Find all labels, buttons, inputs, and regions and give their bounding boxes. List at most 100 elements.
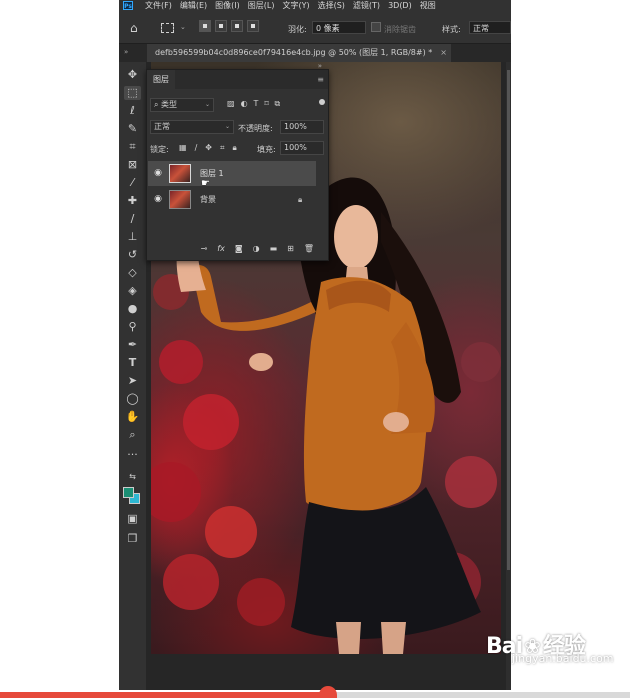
ellipse-icon[interactable]: ◯ <box>124 392 141 406</box>
pen-icon[interactable]: ✒ <box>124 338 141 352</box>
new-selection-button[interactable] <box>199 20 211 32</box>
vertical-scrollbar[interactable] <box>506 62 511 690</box>
tab-layers[interactable]: 图层 <box>147 70 175 89</box>
blur-icon[interactable]: ● <box>124 302 141 316</box>
layer-row[interactable]: ◉ ☛ 图层 1 <box>148 161 316 189</box>
pixel-filter-icon[interactable]: ▨ <box>227 99 235 109</box>
chevron-down-icon[interactable]: ⌄ <box>180 23 186 31</box>
document-tab-title: defb596599b04c0d896ce0f79416e4cb.jpg @ 5… <box>155 48 433 57</box>
layers-panel: 图层 » ≡ ⌕ 类型 ⌄ ▨ ◐ T ⌑ ⧉ 正常 ⌄ 不透明度: 100% … <box>146 62 329 261</box>
feather-label: 羽化: <box>288 25 307 34</box>
menu-layer[interactable]: 图层(L) <box>248 0 275 11</box>
add-selection-button[interactable] <box>215 20 227 32</box>
dodge-icon[interactable]: ⚲ <box>124 320 141 334</box>
fill-input[interactable]: 100% <box>280 141 324 155</box>
zoom-icon[interactable]: ⌕ <box>124 428 141 442</box>
layers-panel-header: 图层 » ≡ <box>147 62 328 89</box>
add-mask-icon[interactable]: ◙ <box>235 244 243 253</box>
type-icon[interactable]: T <box>124 356 141 370</box>
search-icon: ⌕ <box>154 100 162 109</box>
lock-label: 锁定: <box>150 145 169 154</box>
move-icon[interactable]: ✥ <box>124 68 141 82</box>
swap-colors-icon[interactable]: ⇆ <box>124 470 141 484</box>
lock-pixels-icon[interactable]: ∕ <box>195 143 198 153</box>
layers-panel-footer: ⊸ fx ◙ ◑ ▬ ⊞ 🗑︎ <box>147 236 328 260</box>
layer-name[interactable]: 图层 1 <box>200 161 224 186</box>
opacity-input[interactable]: 100% <box>280 120 324 134</box>
menu-image[interactable]: 图像(I) <box>215 0 240 11</box>
path-select-icon[interactable]: ➤ <box>124 374 141 388</box>
new-layer-icon[interactable]: ⊞ <box>287 244 294 253</box>
lasso-icon[interactable]: ℓ <box>124 104 141 118</box>
eye-icon[interactable]: ◉ <box>153 187 163 212</box>
lock-all-icon[interactable]: 🔒︎ <box>232 143 236 153</box>
home-icon[interactable]: ⌂ <box>130 22 144 34</box>
quick-mask-icon[interactable]: ▣ <box>124 512 141 526</box>
menu-select[interactable]: 选择(S) <box>318 0 345 11</box>
lock-transparency-icon[interactable]: ▦ <box>179 143 187 153</box>
eye-icon[interactable]: ◉ <box>153 161 163 186</box>
panel-menu-icon[interactable]: ≡ <box>317 75 324 84</box>
smart-object-filter-icon[interactable]: ⧉ <box>275 99 281 109</box>
fx-icon[interactable]: fx <box>217 244 225 253</box>
more-icon[interactable]: ··· <box>124 448 141 462</box>
marquee-icon[interactable]: ⬚ <box>124 86 141 100</box>
hand-icon[interactable]: ✋ <box>124 410 141 424</box>
layer-thumbnail <box>169 190 191 209</box>
feather-input[interactable]: 0 像素 <box>312 21 366 34</box>
lock-artboard-icon[interactable]: ⌗ <box>220 143 225 153</box>
panel-collapse-icon[interactable]: » <box>318 62 322 70</box>
brush-icon[interactable]: ∕ <box>124 212 141 226</box>
layer-filter-select[interactable]: ⌕ 类型 ⌄ <box>150 98 214 112</box>
chevron-down-icon: ⌄ <box>204 101 210 108</box>
adjustment-filter-icon[interactable]: ◐ <box>241 99 248 109</box>
foreground-color-swatch[interactable] <box>123 487 134 498</box>
marquee-preset-icon[interactable] <box>161 23 174 33</box>
quick-select-icon[interactable]: ✎ <box>124 122 141 136</box>
intersect-selection-button[interactable] <box>247 20 259 32</box>
eyedropper-icon[interactable]: ⁄ <box>124 176 141 190</box>
opacity-label: 不透明度: <box>238 124 273 133</box>
screen-mode-icon[interactable]: ❐ <box>124 532 141 546</box>
menu-view[interactable]: 视图 <box>420 0 436 11</box>
blend-mode-select[interactable]: 正常 ⌄ <box>150 120 234 134</box>
style-label: 样式: <box>442 25 461 34</box>
blend-mode-value: 正常 <box>154 122 170 131</box>
lock-icon: 🔒︎ <box>298 195 303 204</box>
filter-toggle-icon[interactable] <box>319 99 325 105</box>
shape-filter-icon[interactable]: ⌑ <box>264 99 268 109</box>
lock-position-icon[interactable]: ✥ <box>205 143 212 153</box>
document-tab-bar: » defb596599b04c0d896ce0f79416e4cb.jpg @… <box>119 44 511 62</box>
new-group-icon[interactable]: ▬ <box>270 244 278 253</box>
layer-row[interactable]: ◉ 背景 🔒︎ <box>148 187 316 212</box>
close-icon[interactable]: × <box>440 44 447 62</box>
crop-icon[interactable]: ⌗ <box>124 140 141 154</box>
type-filter-icon[interactable]: T <box>254 99 259 109</box>
menu-file[interactable]: 文件(F) <box>145 0 172 11</box>
delete-layer-icon[interactable]: 🗑︎ <box>304 244 314 253</box>
document-tab[interactable]: defb596599b04c0d896ce0f79416e4cb.jpg @ 5… <box>147 44 451 62</box>
selection-modes <box>199 20 259 32</box>
style-select[interactable]: 正常 <box>469 21 511 34</box>
menu-edit[interactable]: 编辑(E) <box>180 0 207 11</box>
menu-3d[interactable]: 3D(D) <box>388 1 412 10</box>
link-layers-icon[interactable]: ⊸ <box>201 244 208 253</box>
bucket-icon[interactable]: ◈ <box>124 284 141 298</box>
history-brush-icon[interactable]: ↺ <box>124 248 141 262</box>
menu-type[interactable]: 文字(Y) <box>282 0 309 11</box>
antialias-label: 消除锯齿 <box>384 25 416 34</box>
healing-icon[interactable]: ✚ <box>124 194 141 208</box>
watermark-site: jingyan.baidu.com <box>512 652 614 665</box>
antialias-checkbox[interactable] <box>371 22 381 32</box>
stamp-icon[interactable]: ⊥ <box>124 230 141 244</box>
collapse-arrows-icon[interactable]: » <box>124 48 128 56</box>
video-progress-knob[interactable] <box>319 686 337 698</box>
next-image-icon[interactable]: › <box>584 334 604 364</box>
adjustment-layer-icon[interactable]: ◑ <box>253 244 260 253</box>
frame-icon[interactable]: ⊠ <box>124 158 141 172</box>
scrollbar-thumb[interactable] <box>507 70 510 570</box>
menu-filter[interactable]: 滤镜(T) <box>353 0 380 11</box>
subtract-selection-button[interactable] <box>231 20 243 32</box>
layer-name[interactable]: 背景 <box>200 187 216 212</box>
eraser-icon[interactable]: ◇ <box>124 266 141 280</box>
